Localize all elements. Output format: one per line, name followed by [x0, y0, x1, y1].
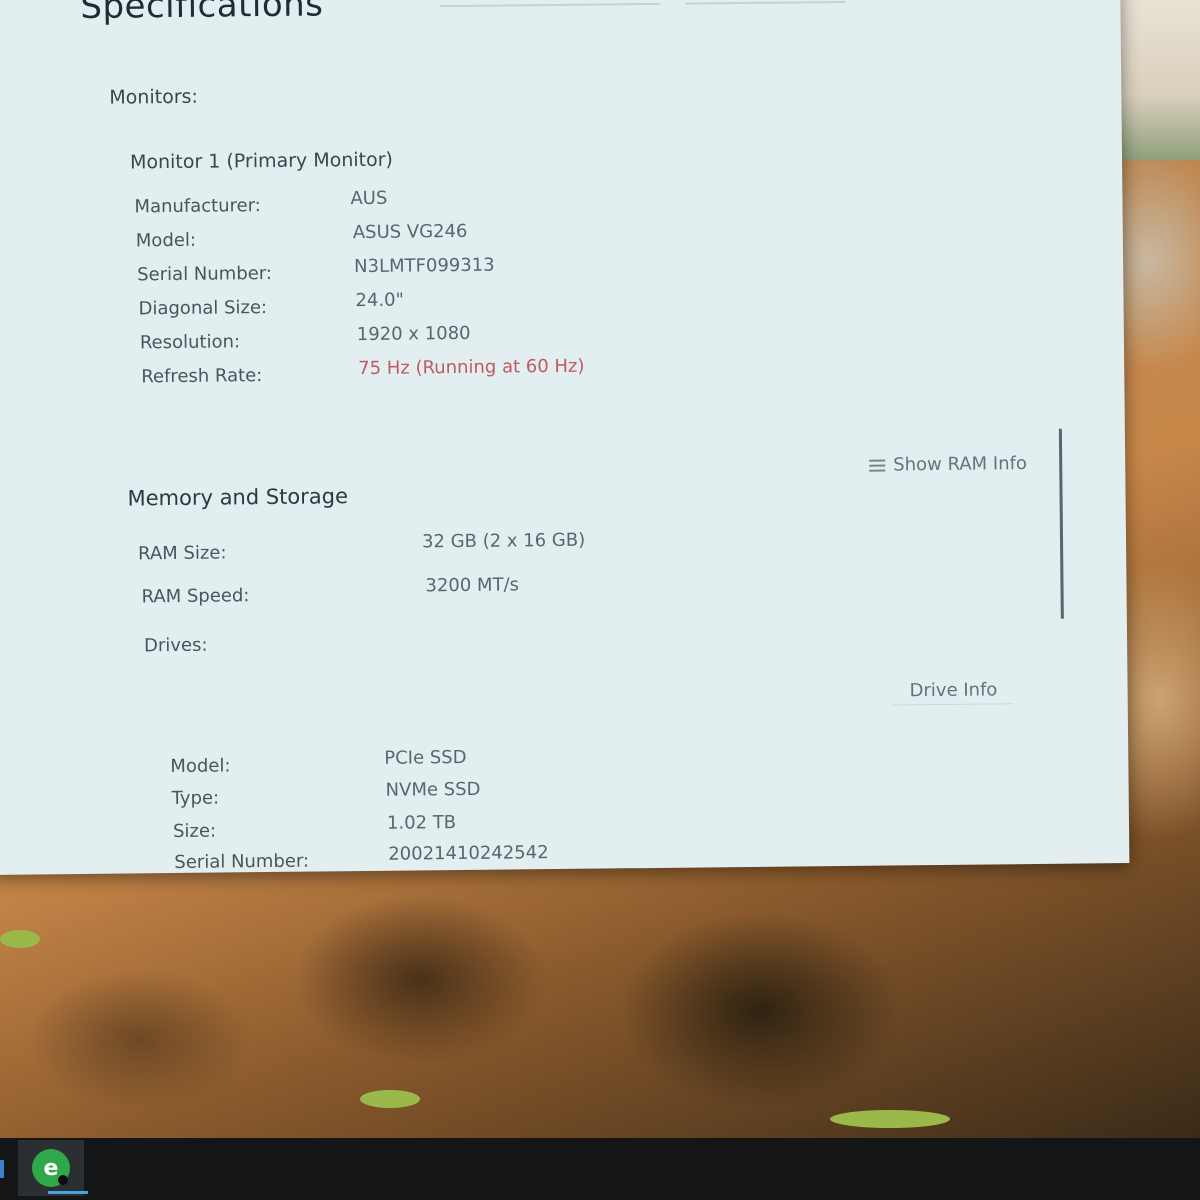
manufacturer-label: Manufacturer:	[134, 195, 261, 218]
scrollbar[interactable]	[1058, 428, 1064, 619]
drive-serial-label: Serial Number:	[174, 850, 310, 874]
active-app-indicator	[48, 1191, 88, 1194]
monitor-serial-label: Serial Number:	[137, 262, 273, 286]
refresh-rate-value: 75 Hz (Running at 60 Hz)	[358, 355, 585, 380]
resolution-label: Resolution:	[139, 331, 241, 354]
monitor-model-value: ASUS VG246	[352, 220, 468, 244]
page-title: Specifications	[80, 0, 324, 27]
taskbar-edge-indicator	[0, 1160, 4, 1178]
drive-size-label: Size:	[172, 820, 217, 843]
monitor-title: Monitor 1 (Primary Monitor)	[129, 148, 394, 174]
drive-info-divider	[892, 703, 1013, 706]
tab-underline	[685, 0, 846, 5]
taskbar: e	[0, 1138, 1200, 1200]
diagonal-size-label: Diagonal Size:	[138, 297, 268, 320]
drive-model-label: Model:	[170, 755, 231, 778]
resolution-value: 1920 x 1080	[356, 322, 471, 346]
monitors-section-label: Monitors:	[109, 85, 198, 109]
manufacturer-value: AUS	[350, 187, 388, 210]
wallpaper-town-buildings	[1110, 0, 1200, 160]
drive-model-value: PCIe SSD	[384, 746, 467, 769]
drive-serial-value: 20021410242542	[388, 842, 549, 865]
wallpaper-foliage	[830, 1110, 950, 1128]
specifications-window: Specifications Monitors: Monitor 1 (Prim…	[0, 0, 1130, 875]
app-icon-glyph: e	[43, 1155, 59, 1181]
drive-size-value: 1.02 TB	[386, 812, 457, 834]
show-ram-info-button[interactable]: Show RAM Info	[869, 453, 1027, 476]
show-ram-info-label: Show RAM Info	[893, 453, 1028, 476]
ram-speed-label: RAM Speed:	[141, 585, 250, 608]
app-green-circle-icon: e	[32, 1149, 70, 1187]
monitor-serial-value: N3LMTF099313	[354, 254, 495, 278]
ram-size-label: RAM Size:	[138, 542, 227, 565]
drive-type-value: NVMe SSD	[385, 778, 481, 801]
taskbar-app-button[interactable]: e	[18, 1140, 88, 1196]
wallpaper-foliage	[360, 1090, 420, 1108]
drive-info-button[interactable]: Drive Info	[909, 679, 997, 701]
monitor-model-label: Model:	[135, 229, 197, 252]
drive-type-label: Type:	[171, 787, 220, 810]
list-icon	[869, 459, 886, 472]
drives-label: Drives:	[143, 634, 208, 657]
refresh-rate-label: Refresh Rate:	[141, 365, 263, 388]
wallpaper-foliage	[0, 930, 40, 948]
drive-info-label: Drive Info	[909, 679, 998, 702]
diagonal-size-value: 24.0"	[355, 289, 404, 312]
memory-storage-heading: Memory and Storage	[127, 484, 349, 511]
ram-size-value: 32 GB (2 x 16 GB)	[421, 529, 586, 553]
ram-speed-value: 3200 MT/s	[425, 574, 520, 597]
tab-underline	[440, 2, 661, 8]
